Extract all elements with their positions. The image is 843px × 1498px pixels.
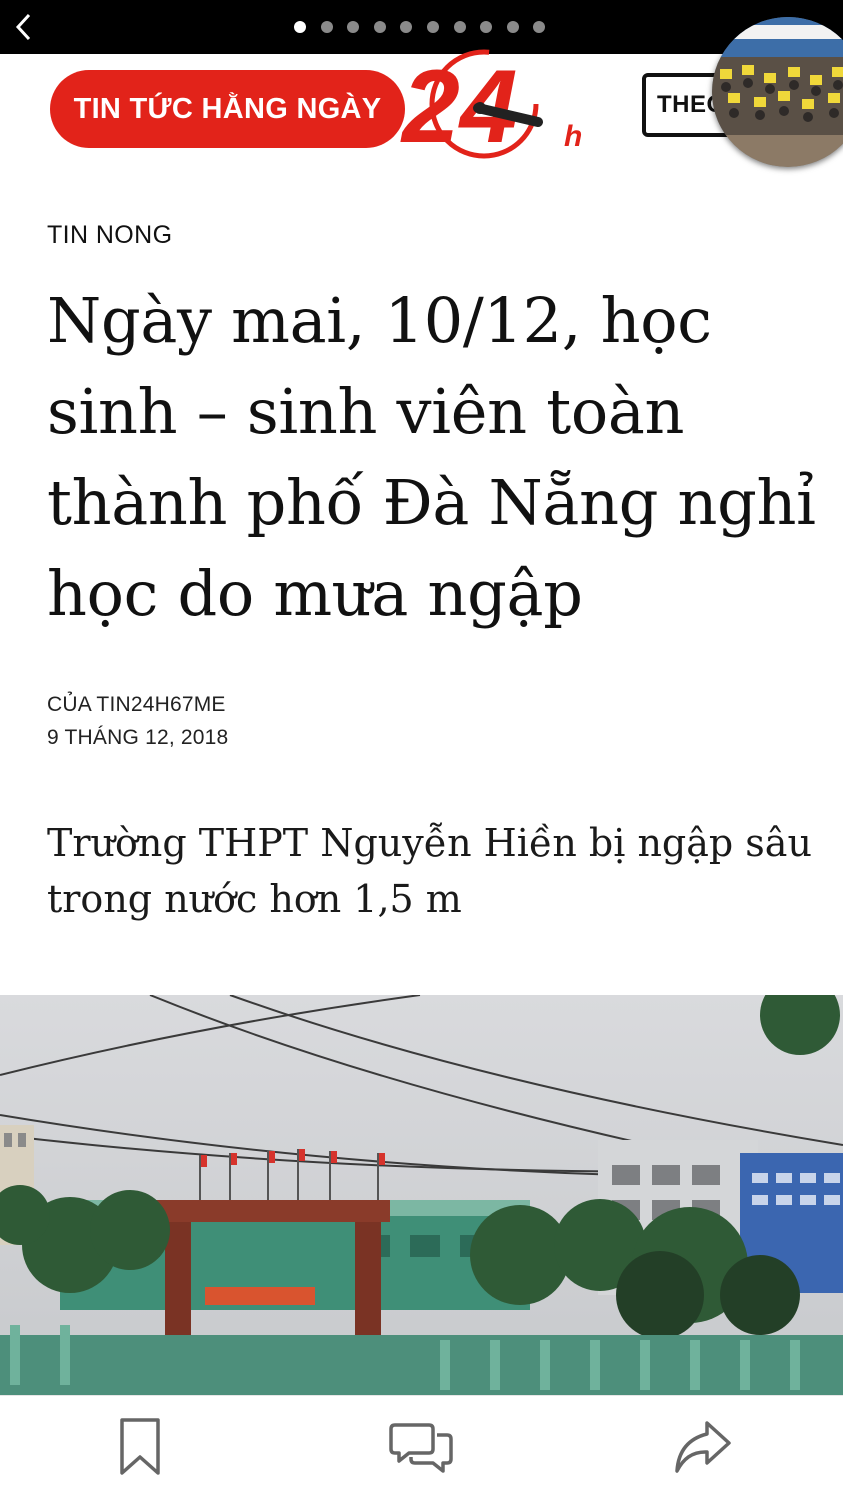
- bookmark-icon: [120, 1418, 160, 1475]
- page-dot[interactable]: [533, 21, 546, 33]
- logo-number: 24: [400, 49, 518, 160]
- page-dot[interactable]: [506, 21, 519, 33]
- article-byline: CỦA TIN24H67ME 9 THÁNG 12, 2018: [47, 688, 228, 754]
- share-icon: [675, 1421, 731, 1473]
- school-gate-photo: [0, 995, 843, 1395]
- page-indicator: [294, 21, 546, 33]
- share-button[interactable]: [668, 1414, 738, 1480]
- comments-icon: [389, 1423, 453, 1473]
- page-dot[interactable]: [426, 21, 439, 33]
- page-dot[interactable]: [294, 21, 306, 33]
- logo-text: TIN TỨC HẰNG NGÀY: [73, 92, 382, 125]
- page-dot[interactable]: [373, 21, 386, 33]
- comments-button[interactable]: [386, 1414, 456, 1480]
- back-button[interactable]: [8, 10, 38, 44]
- page-dot[interactable]: [347, 21, 360, 33]
- site-logo[interactable]: TIN TỨC HẰNG NGÀY 24 h: [50, 49, 585, 162]
- page-dot[interactable]: [453, 21, 466, 33]
- chevron-left-icon: [15, 13, 31, 41]
- top-bar: [0, 0, 843, 54]
- bottom-toolbar: [0, 1395, 843, 1498]
- logo-pill: TIN TỨC HẰNG NGÀY: [50, 70, 405, 148]
- article-author[interactable]: CỦA TIN24H67ME: [47, 688, 228, 721]
- bookmark-button[interactable]: [105, 1414, 175, 1480]
- page-dot[interactable]: [400, 21, 413, 33]
- article-headline: Ngày mai, 10/12, học sinh – sinh viên to…: [47, 284, 816, 630]
- article-subtitle: Trường THPT Nguyễn Hiền bị ngập sâu tron…: [47, 821, 812, 921]
- article-category[interactable]: TIN NONG: [47, 221, 172, 250]
- page-dot[interactable]: [320, 21, 333, 33]
- article-date: 9 THÁNG 12, 2018: [47, 726, 229, 749]
- logo-suffix: h: [564, 120, 582, 153]
- logo-24h-mark: 24 h: [400, 49, 582, 160]
- article-hero-image[interactable]: [0, 995, 843, 1395]
- page-dot[interactable]: [480, 21, 493, 33]
